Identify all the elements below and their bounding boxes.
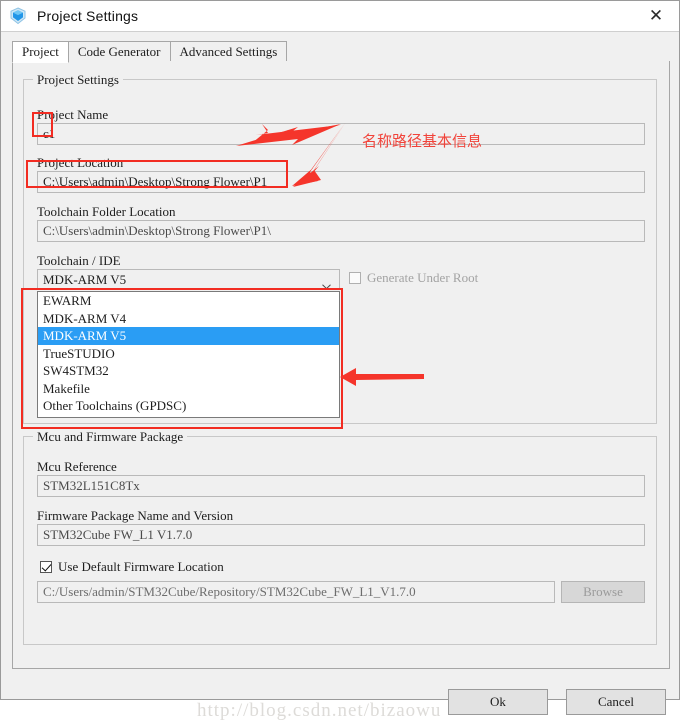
annotation-chinese-note: 名称路径基本信息 [362, 132, 483, 150]
tab-advanced-settings[interactable]: Advanced Settings [169, 41, 288, 62]
tab-page-project: Project Settings Project Name c1 Project… [12, 61, 670, 669]
generate-under-root-checkbox-row[interactable]: Generate Under Root [349, 270, 478, 286]
toolchain-ide-label: Toolchain / IDE [37, 253, 121, 268]
firmware-package-label: Firmware Package Name and Version [37, 508, 234, 523]
dialog-body: Project Code Generator Advanced Settings… [1, 31, 679, 721]
generate-under-root-checkbox[interactable] [349, 272, 361, 284]
toolchain-folder-location-label: Toolchain Folder Location [37, 204, 176, 219]
mcu-firmware-group-title: Mcu and Firmware Package [33, 429, 188, 445]
project-name-input[interactable]: c1 [37, 123, 645, 145]
firmware-package-input[interactable]: STM32Cube FW_L1 V1.7.0 [37, 524, 645, 546]
title-bar: Project Settings ✕ [1, 1, 679, 31]
dropdown-item-ewarm[interactable]: EWARM [38, 292, 339, 310]
window-title: Project Settings [37, 8, 139, 24]
toolchain-ide-dropdown-list[interactable]: EWARM MDK-ARM V4 MDK-ARM V5 TrueSTUDIO S… [37, 291, 340, 418]
chevron-down-icon [322, 277, 331, 289]
close-icon[interactable]: ✕ [639, 3, 673, 29]
toolchain-ide-combobox[interactable]: MDK-ARM V5 [37, 269, 340, 290]
project-location-label: Project Location [37, 155, 124, 170]
dropdown-item-sw4stm32[interactable]: SW4STM32 [38, 362, 339, 380]
ok-button[interactable]: Ok [448, 689, 548, 715]
tab-code-generator[interactable]: Code Generator [67, 41, 171, 62]
project-settings-group-title: Project Settings [33, 72, 123, 88]
tab-strip: Project Code Generator Advanced Settings [12, 40, 668, 63]
use-default-firmware-location-row[interactable]: Use Default Firmware Location [40, 559, 224, 575]
dropdown-item-makefile[interactable]: Makefile [38, 380, 339, 398]
use-default-firmware-location-label: Use Default Firmware Location [58, 559, 224, 574]
firmware-location-input[interactable]: C:/Users/admin/STM32Cube/Repository/STM3… [37, 581, 555, 603]
use-default-firmware-location-checkbox[interactable] [40, 561, 52, 573]
cancel-button[interactable]: Cancel [566, 689, 666, 715]
project-location-input[interactable]: C:\Users\admin\Desktop\Strong Flower\P1 [37, 171, 645, 193]
generate-under-root-label: Generate Under Root [367, 270, 479, 285]
cube-shield-icon [9, 7, 27, 25]
dropdown-item-mdk-arm-v5[interactable]: MDK-ARM V5 [38, 327, 339, 345]
dropdown-item-other-toolchains[interactable]: Other Toolchains (GPDSC) [38, 397, 339, 415]
project-settings-dialog: Project Settings ✕ Project Code Generato… [0, 0, 680, 721]
dropdown-item-truestudio[interactable]: TrueSTUDIO [38, 345, 339, 363]
toolchain-folder-location-input[interactable]: C:\Users\admin\Desktop\Strong Flower\P1\ [37, 220, 645, 242]
toolchain-ide-selected-value: MDK-ARM V5 [43, 271, 127, 287]
tab-project[interactable]: Project [12, 41, 69, 63]
watermark-text: http://blog.csdn.net/bizaowu [197, 700, 442, 721]
mcu-reference-label: Mcu Reference [37, 459, 117, 474]
project-name-label: Project Name [37, 107, 109, 122]
browse-button[interactable]: Browse [561, 581, 645, 603]
dropdown-item-mdk-arm-v4[interactable]: MDK-ARM V4 [38, 310, 339, 328]
mcu-reference-input[interactable]: STM32L151C8Tx [37, 475, 645, 497]
